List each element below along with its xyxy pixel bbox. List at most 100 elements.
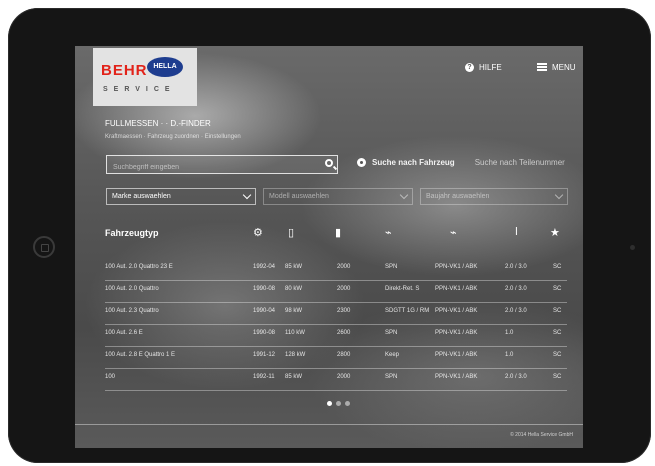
cell-volume: 2.0 / 3.0 (505, 286, 527, 292)
help-icon: ? (465, 62, 474, 72)
cell-ccm: 2000 (337, 264, 351, 270)
logo-behr-text: BEHR (101, 62, 148, 79)
cell-year: 1991-12 (253, 352, 276, 358)
cell-type: SDGTT 1G / RM (385, 308, 430, 314)
brand-select-label: Marke auswaehlen (112, 193, 171, 200)
app-screen: BEHR HELLA SERVICE ? HILFE MENU FULLMESS… (75, 46, 583, 448)
brand-select[interactable]: Marke auswaehlen (106, 188, 256, 205)
sub-breadcrumb[interactable]: Kraftmaessen · Fahrzeug zuordnen · Einst… (105, 134, 241, 140)
cell-ccm: 2300 (337, 308, 351, 314)
cell-type: Direkt-Ret. S (385, 286, 420, 292)
year-select[interactable]: Baujahr auswaehlen (420, 188, 568, 205)
cell-year: 1992-11 (253, 374, 275, 380)
cell-volume: 2.0 / 3.0 (505, 264, 527, 270)
column-header-vehicle[interactable]: Fahrzeugtyp (105, 228, 159, 238)
tablet-frame: BEHR HELLA SERVICE ? HILFE MENU FULLMESS… (8, 8, 651, 463)
cell-ccm: 2800 (337, 352, 351, 358)
search-box (106, 155, 338, 176)
breadcrumb[interactable]: FULLMESSEN · · D.-FINDER (105, 119, 211, 128)
hamburger-menu-icon (537, 63, 547, 71)
cell-vehicle: 100 Aut. 2.6 E (105, 330, 143, 336)
cell-year: 1990-04 (253, 308, 276, 314)
cell-part: PPN-VK1 / ABK (435, 308, 478, 314)
cell-vehicle: 100 Aut. 2.8 E Quattro 1 E (105, 352, 176, 358)
cell-type: SPN (385, 330, 398, 336)
logo-hella-badge: HELLA (147, 57, 183, 77)
cell-power: 110 kW (285, 330, 305, 336)
cell-vehicle: 100 Aut. 2.0 Quattro (105, 286, 159, 292)
year-select-label: Baujahr auswaehlen (426, 193, 490, 200)
cell-year: 1992-04 (253, 264, 276, 270)
cell-ccm: 2000 (337, 374, 351, 380)
cell-code: SC (553, 308, 562, 314)
page-dot-2[interactable] (336, 401, 341, 406)
model-select-label: Modell auswaehlen (269, 193, 329, 200)
cell-vehicle: 100 Aut. 2.3 Quattro (105, 308, 159, 314)
behr-hella-service-logo[interactable]: BEHR HELLA SERVICE (93, 48, 197, 106)
radio-part-label[interactable]: Suche nach Teilenummer (475, 158, 565, 167)
model-select[interactable]: Modell auswaehlen (263, 188, 413, 205)
cell-power: 98 kW (285, 308, 303, 314)
cell-code: SC (553, 374, 562, 380)
search-icon[interactable] (325, 159, 333, 167)
copyright-text: © 2014 Hella Service GmbH (510, 432, 573, 438)
radio-selected-icon[interactable] (357, 158, 366, 167)
table-row[interactable]: 100 1992-11 85 kW 2000 SPN PPN-VK1 / ABK… (105, 368, 567, 391)
cell-type: SPN (385, 374, 398, 380)
cell-code: SC (553, 352, 562, 358)
table-row[interactable]: 100 Aut. 2.8 E Quattro 1 E 1991-12 128 k… (105, 346, 567, 369)
cell-power: 85 kW (285, 374, 303, 380)
table-header: Fahrzeugtyp ⚙ ▯ ▮ ⌁ ⌁ ǀ ★ (105, 224, 565, 246)
cell-volume: 1.0 (505, 352, 514, 358)
battery-icon[interactable]: ▯ (288, 226, 294, 239)
search-input[interactable] (111, 159, 315, 176)
cell-year: 1990-08 (253, 330, 276, 336)
cell-part: PPN-VK1 / ABK (435, 264, 478, 270)
home-button[interactable] (33, 236, 55, 258)
footer-divider (75, 424, 583, 425)
front-camera (630, 245, 635, 250)
page-dot-3[interactable] (345, 401, 350, 406)
cell-power: 80 kW (285, 286, 303, 292)
chevron-down-icon (399, 190, 409, 200)
cell-power: 128 kW (285, 352, 306, 358)
thermometer-icon[interactable]: ǀ (515, 226, 518, 238)
cell-ccm: 2600 (337, 330, 351, 336)
connector-icon[interactable]: ⌁ (450, 226, 457, 239)
wiring-icon[interactable]: ⌁ (385, 226, 392, 239)
pagination (327, 401, 350, 406)
menu-button[interactable]: MENU (537, 60, 576, 74)
chevron-down-icon (242, 190, 252, 200)
cell-code: SC (553, 330, 562, 336)
star-icon[interactable]: ★ (550, 226, 560, 239)
cell-code: SC (553, 286, 562, 292)
logo-service-text: SERVICE (103, 86, 176, 93)
cell-type: Keep (385, 352, 400, 358)
table-row[interactable]: 100 Aut. 2.0 Quattro 1990-08 80 kW 2000 … (105, 280, 567, 303)
cell-year: 1990-08 (253, 286, 276, 292)
help-link[interactable]: ? HILFE (465, 60, 502, 74)
cell-vehicle: 100 (105, 374, 116, 380)
search-mode-radio-group: Suche nach Fahrzeug Suche nach Teilenumm… (357, 158, 565, 167)
cell-part: PPN-VK1 / ABK (435, 352, 478, 358)
vehicle-filters: Marke auswaehlen Modell auswaehlen Bauja… (106, 188, 568, 205)
table-row[interactable]: 100 Aut. 2.3 Quattro 1990-04 98 kW 2300 … (105, 302, 567, 325)
engine-icon[interactable]: ⚙ (253, 226, 263, 239)
cell-part: PPN-VK1 / ABK (435, 330, 478, 336)
chevron-down-icon (554, 190, 564, 200)
radio-vehicle-label[interactable]: Suche nach Fahrzeug (372, 158, 455, 167)
page-dot-1[interactable] (327, 401, 332, 406)
cell-part: PPN-VK1 / ABK (435, 286, 478, 292)
cell-volume: 1.0 (505, 330, 514, 336)
cell-vehicle: 100 Aut. 2.0 Quattro 23 E (105, 264, 173, 270)
cell-power: 85 kW (285, 264, 303, 270)
cell-code: SC (553, 264, 562, 270)
cell-part: PPN-VK1 / ABK (435, 374, 478, 380)
table-row[interactable]: 100 Aut. 2.6 E 1990-08 110 kW 2600 SPN P… (105, 324, 567, 347)
cell-volume: 2.0 / 3.0 (505, 308, 527, 314)
table-row[interactable]: 100 Aut. 2.0 Quattro 23 E 1992-04 85 kW … (105, 258, 567, 281)
bottle-icon[interactable]: ▮ (335, 226, 341, 239)
help-label: HILFE (479, 62, 502, 72)
menu-label: MENU (552, 62, 576, 72)
cell-volume: 2.0 / 3.0 (505, 374, 527, 380)
